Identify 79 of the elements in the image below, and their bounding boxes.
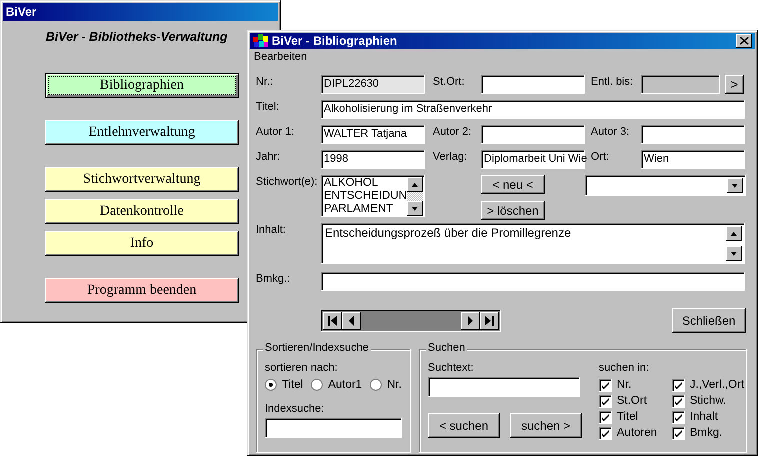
input-field[interactable]: Diplomarbeit Uni Wie <box>481 150 585 169</box>
search-in-label: suchen in: <box>599 362 650 374</box>
last-record-button[interactable] <box>480 312 499 330</box>
input-field[interactable]: DIPL22630 <box>321 75 425 94</box>
search-button[interactable]: < suchen <box>428 413 500 438</box>
next-record-button[interactable] <box>461 312 480 330</box>
checkbox[interactable]: Bmkg. <box>672 425 744 441</box>
menu-button[interactable]: Stichwortverwaltung <box>45 167 239 192</box>
checkbox[interactable]: Autoren <box>599 425 672 441</box>
menu-button[interactable]: Entlehnverwaltung <box>45 120 239 145</box>
menu-button[interactable]: Datenkontrolle <box>45 199 239 224</box>
radio-button[interactable]: Nr. <box>370 379 402 391</box>
checkbox[interactable]: J.,Verl.,Ort <box>672 377 744 393</box>
first-record-button[interactable] <box>323 312 342 330</box>
skip-back-icon <box>327 314 338 326</box>
app-heading: BiVer - Bibliotheks-Verwaltung <box>46 30 228 44</box>
skip-forward-icon <box>484 314 495 326</box>
input-field[interactable] <box>641 125 745 144</box>
checkbox[interactable]: Inhalt <box>672 409 744 425</box>
input-field[interactable]: WALTER Tatjana <box>321 125 425 144</box>
app-icon <box>253 34 269 48</box>
index-search-field[interactable] <box>265 418 402 438</box>
list-item[interactable]: PARLAMENT <box>324 203 407 216</box>
menu-item[interactable]: Bearbeiten <box>254 51 308 64</box>
field-label: Entl. bis: <box>591 75 634 88</box>
input-field[interactable] <box>481 75 585 94</box>
menu-button[interactable]: Programm beenden <box>45 278 239 303</box>
input-field[interactable] <box>321 272 745 291</box>
keyword-list[interactable]: ALKOHOL ENTSCHEIDUN PARLAMENT <box>321 175 425 217</box>
group-title: Sortieren/Indexsuche <box>263 342 371 354</box>
keyword-button[interactable]: < neu < <box>481 175 545 194</box>
field-label: Stichwort(e): <box>256 175 319 188</box>
window-title: BiVer - Bibliographien <box>272 34 398 48</box>
search-field[interactable] <box>428 377 580 397</box>
field-label: Jahr: <box>256 150 282 163</box>
field-label: Titel: <box>256 100 280 113</box>
group-title: Suchen <box>426 342 468 354</box>
scroll-up-icon <box>730 230 738 236</box>
caret-icon <box>731 182 739 188</box>
window-title: BiVer <box>6 5 38 19</box>
close-button[interactable]: Schließen <box>672 308 746 333</box>
radio-button[interactable]: Titel <box>265 379 304 391</box>
keyword-button[interactable]: > löschen <box>481 201 545 220</box>
scroll-down-icon <box>730 250 738 256</box>
list-item[interactable]: ENTSCHEIDUN <box>324 190 407 203</box>
text-area[interactable]: Entscheidungsprozeß über die Promillegrenze <box>321 223 745 264</box>
checkbox[interactable]: Nr. <box>599 377 672 393</box>
menu-button[interactable]: Bibliographien <box>45 73 239 98</box>
field-label: Nr.: <box>256 75 274 88</box>
input-field[interactable]: 1998 <box>321 150 425 169</box>
prev-record-button[interactable] <box>342 312 361 330</box>
input-field[interactable] <box>481 125 585 144</box>
field-label: Autor 2: <box>433 125 473 138</box>
input-field[interactable]: Alkoholisierung im Straßenverkehr <box>321 100 745 119</box>
forward-icon <box>465 314 476 326</box>
scrollbar[interactable] <box>407 177 423 216</box>
checkbox[interactable]: Titel <box>599 409 672 425</box>
index-label: Indexsuche: <box>265 403 326 415</box>
field-label: St.Ort: <box>433 75 466 88</box>
sort-label: sortieren nach: <box>265 362 339 374</box>
scroll-down-icon <box>411 206 419 212</box>
search-label: Suchtext: <box>428 362 475 374</box>
list-item[interactable]: ALKOHOL <box>324 177 407 190</box>
menu-button[interactable]: Info <box>45 231 239 256</box>
field-label: Inhalt: <box>256 223 287 236</box>
close-icon <box>740 37 748 46</box>
scroll-up-icon <box>411 182 419 188</box>
keyword-dropdown[interactable] <box>585 175 746 196</box>
field-label: Ort: <box>591 150 610 163</box>
checkbox[interactable]: St.Ort <box>599 393 672 409</box>
checkbox[interactable]: Stichw. <box>672 393 744 409</box>
input-field[interactable]: Wien <box>641 150 745 169</box>
close-button[interactable] <box>736 34 752 48</box>
field-label: Autor 1: <box>256 125 296 138</box>
search-button[interactable]: suchen > <box>510 413 582 438</box>
radio-button[interactable]: Autor1 <box>311 379 362 391</box>
field-label: Verlag: <box>433 150 468 163</box>
field-label: Autor 3: <box>591 125 631 138</box>
field-label: Bmkg.: <box>256 272 292 285</box>
